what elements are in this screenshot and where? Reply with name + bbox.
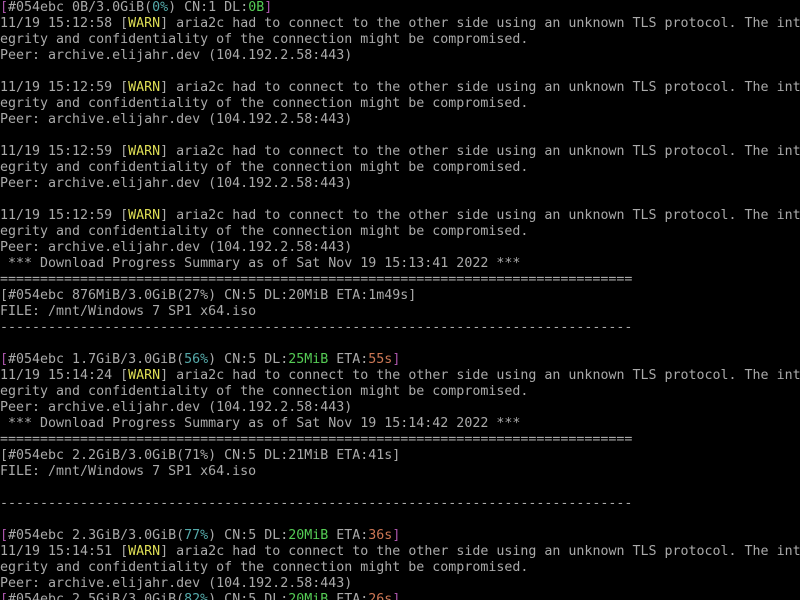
download-speed: 25MiB: [288, 352, 329, 367]
progress-status-line: [#054ebc 2.3GiB/3.0GiB(77%) CN:5 DL:20Mi…: [0, 528, 800, 544]
eta-value: 36s: [368, 528, 393, 543]
warning-message: aria2c had to connect to the other side …: [168, 144, 800, 159]
progress-status-line: [#054ebc 1.7GiB/3.0GiB(56%) CN:5 DL:25Mi…: [0, 352, 800, 368]
warn-bracket-open: [: [120, 544, 129, 559]
warn-label: WARN: [128, 16, 161, 31]
progress-connections: ) CN:5 DL:: [208, 528, 289, 543]
warning-line: 11/19 15:12:59 [WARN] aria2c had to conn…: [0, 144, 800, 160]
peer-line: Peer: archive.elijahr.dev (104.192.2.58:…: [0, 176, 353, 191]
bracket-open: [: [0, 352, 9, 367]
warn-label: WARN: [128, 368, 161, 383]
bracket-open: [: [0, 0, 9, 15]
warning-line: 11/19 15:12:58 [WARN] aria2c had to conn…: [0, 16, 800, 32]
bracket-open: [: [0, 592, 9, 600]
progress-percent: 82%: [184, 592, 209, 600]
warn-bracket-open: [: [120, 368, 129, 383]
peer-line: Peer: archive.elijahr.dev (104.192.2.58:…: [0, 112, 353, 127]
summary-status: [#054ebc 2.2GiB/3.0GiB(71%) CN:5 DL:21Mi…: [0, 448, 401, 463]
progress-percent: 0%: [152, 0, 169, 15]
warning-timestamp: 11/19 15:12:59: [0, 208, 121, 223]
terminal-window[interactable]: [#054ebc 0B/3.0GiB(0%) CN:1 DL:0B] 11/19…: [0, 0, 800, 600]
progress-connections: ) CN:5 DL:: [208, 352, 289, 367]
progress-status-line: [#054ebc 2.5GiB/3.0GiB(82%) CN:5 DL:20Mi…: [0, 592, 800, 600]
progress-gid: #054ebc 0B/3.0GiB(: [8, 0, 153, 15]
warn-label: WARN: [128, 208, 161, 223]
eta-label: ETA:: [328, 352, 369, 367]
eta-label: ETA:: [328, 592, 369, 600]
peer-line: Peer: archive.elijahr.dev (104.192.2.58:…: [0, 400, 353, 415]
progress-connections: ) CN:5 DL:: [208, 592, 289, 600]
warn-bracket-open: [: [120, 16, 129, 31]
warning-line: 11/19 15:14:24 [WARN] aria2c had to conn…: [0, 368, 800, 384]
download-speed: 0B: [248, 0, 265, 15]
summary-rule: ========================================…: [0, 272, 633, 287]
download-speed: 20MiB: [288, 528, 329, 543]
warning-message: aria2c had to connect to the other side …: [168, 16, 800, 31]
warning-timestamp: 11/19 15:12:59: [0, 80, 121, 95]
warn-bracket-close: ]: [160, 16, 169, 31]
bracket-close: ]: [392, 528, 401, 543]
summary-status: [#054ebc 876MiB/3.0GiB(27%) CN:5 DL:20Mi…: [0, 288, 417, 303]
warn-label: WARN: [128, 80, 161, 95]
warning-continuation: egrity and confidentiality of the connec…: [0, 160, 529, 175]
warning-timestamp: 11/19 15:14:24: [0, 368, 121, 383]
eta-value: 26s: [368, 592, 393, 600]
bracket-close: ]: [392, 352, 401, 367]
eta-label: ETA:: [328, 528, 369, 543]
warning-continuation: egrity and confidentiality of the connec…: [0, 32, 529, 47]
summary-header: *** Download Progress Summary as of Sat …: [0, 416, 521, 431]
warn-bracket-close: ]: [160, 80, 169, 95]
warning-continuation: egrity and confidentiality of the connec…: [0, 560, 529, 575]
progress-percent: 77%: [184, 528, 209, 543]
peer-line: Peer: archive.elijahr.dev (104.192.2.58:…: [0, 240, 353, 255]
eta-value: 55s: [368, 352, 393, 367]
warning-timestamp: 11/19 15:14:51: [0, 544, 121, 559]
warn-bracket-close: ]: [160, 144, 169, 159]
warn-bracket-open: [: [120, 144, 129, 159]
bracket-close: ]: [264, 0, 273, 15]
warning-line: 11/19 15:12:59 [WARN] aria2c had to conn…: [0, 80, 800, 96]
progress-gid: #054ebc 2.5GiB/3.0GiB(: [8, 592, 185, 600]
warning-timestamp: 11/19 15:12:59: [0, 144, 121, 159]
bracket-open: [: [0, 528, 9, 543]
warn-label: WARN: [128, 544, 161, 559]
summary-dash-rule: ----------------------------------------…: [0, 320, 633, 335]
warn-bracket-close: ]: [160, 208, 169, 223]
warn-bracket-open: [: [120, 80, 129, 95]
warning-line: 11/19 15:12:59 [WARN] aria2c had to conn…: [0, 208, 800, 224]
warning-message: aria2c had to connect to the other side …: [168, 544, 800, 559]
warn-label: WARN: [128, 144, 161, 159]
warning-message: aria2c had to connect to the other side …: [168, 208, 800, 223]
progress-gid: #054ebc 2.3GiB/3.0GiB(: [8, 528, 185, 543]
warning-continuation: egrity and confidentiality of the connec…: [0, 96, 529, 111]
peer-line: Peer: archive.elijahr.dev (104.192.2.58:…: [0, 576, 353, 591]
progress-status-line: [#054ebc 0B/3.0GiB(0%) CN:1 DL:0B]: [0, 0, 800, 16]
peer-line: Peer: archive.elijahr.dev (104.192.2.58:…: [0, 48, 353, 63]
progress-gid: #054ebc 1.7GiB/3.0GiB(: [8, 352, 185, 367]
warning-continuation: egrity and confidentiality of the connec…: [0, 224, 529, 239]
progress-connections: ) CN:1 DL:: [168, 0, 249, 15]
progress-percent: 56%: [184, 352, 209, 367]
warning-continuation: egrity and confidentiality of the connec…: [0, 384, 529, 399]
warn-bracket-open: [: [120, 208, 129, 223]
warning-message: aria2c had to connect to the other side …: [168, 80, 800, 95]
summary-file: FILE: /mnt/Windows 7 SP1 x64.iso: [0, 464, 257, 479]
summary-header: *** Download Progress Summary as of Sat …: [0, 256, 521, 271]
summary-dash-rule: ----------------------------------------…: [0, 496, 633, 511]
warning-line: 11/19 15:14:51 [WARN] aria2c had to conn…: [0, 544, 800, 560]
warning-timestamp: 11/19 15:12:58: [0, 16, 121, 31]
warn-bracket-close: ]: [160, 368, 169, 383]
warning-message: aria2c had to connect to the other side …: [168, 368, 800, 383]
summary-rule: ========================================…: [0, 432, 633, 447]
bracket-close: ]: [392, 592, 401, 600]
summary-file: FILE: /mnt/Windows 7 SP1 x64.iso: [0, 304, 257, 319]
download-speed: 20MiB: [288, 592, 329, 600]
warn-bracket-close: ]: [160, 544, 169, 559]
